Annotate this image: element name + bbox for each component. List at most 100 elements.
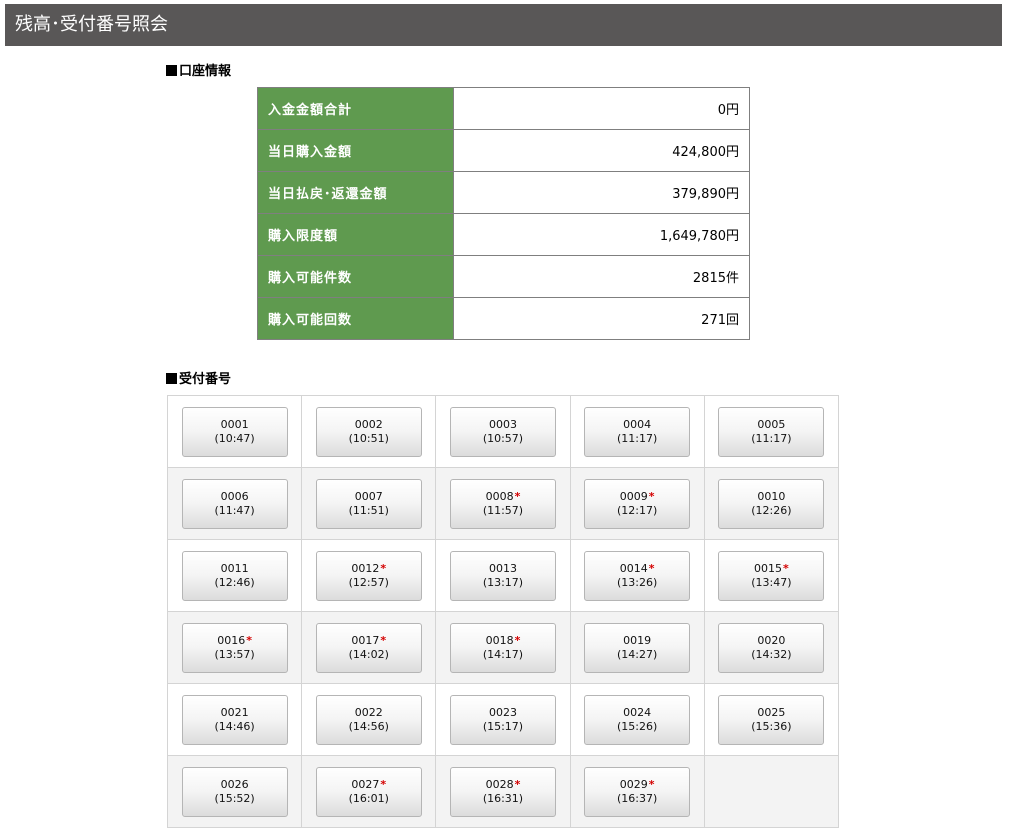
square-bullet-icon — [166, 65, 177, 76]
reception-slot-number-line: 0006 — [183, 490, 287, 504]
reception-slot-number: 0014 — [619, 561, 648, 575]
reception-slot-button[interactable]: 0012* (12:57) — [315, 550, 422, 601]
reception-slot-button[interactable]: 0026 (15:52) — [181, 766, 288, 817]
account-row-today-purchase: 当日購入金額 424,800円 — [257, 129, 750, 172]
reception-slot-button[interactable]: 0008* (11:57) — [449, 478, 556, 529]
reception-slot-button[interactable]: 0004 (11:17) — [584, 406, 691, 457]
reception-slot-button[interactable]: 0017* (14:02) — [315, 622, 422, 673]
reception-slot-number: 0013 — [488, 561, 517, 575]
reception-grid-cell: 0013 (13:17) — [435, 539, 571, 612]
reception-slot-button[interactable]: 0006 (11:47) — [181, 478, 288, 529]
reception-slot-number: 0004 — [623, 417, 652, 431]
reception-slot-time: (14:46) — [214, 719, 255, 733]
reception-slot-button[interactable]: 0001 (10:47) — [181, 406, 288, 457]
reception-slot-number-line: 0025 — [719, 706, 823, 720]
reception-slot-number: 0016 — [217, 633, 246, 647]
reception-grid-cell: 0018* (14:17) — [435, 611, 571, 684]
reception-grid-cell: 0007 (11:51) — [301, 467, 437, 540]
today-purchase-value: 424,800円 — [453, 129, 750, 172]
asterisk-mark-icon: * — [380, 561, 387, 575]
reception-slot-number-line: 0017* — [317, 634, 421, 648]
today-refund-label: 当日払戻･返還金額 — [257, 171, 454, 214]
reception-slot-time: (11:51) — [348, 503, 389, 517]
reception-grid-cell: 0017* (14:02) — [301, 611, 437, 684]
reception-slot-button[interactable]: 0020 (14:32) — [718, 622, 825, 673]
reception-number-heading: 受付番号 — [166, 372, 231, 388]
reception-slot-number-line: 0012* — [317, 562, 421, 576]
reception-slot-number-line: 0024 — [585, 706, 689, 720]
reception-slot-number: 0026 — [220, 777, 249, 791]
reception-grid-cell: 0021 (14:46) — [166, 683, 303, 756]
account-info-table: 入金金額合計 0円 当日購入金額 424,800円 当日払戻･返還金額 379,… — [257, 87, 750, 340]
reception-slot-button[interactable]: 0023 (15:17) — [449, 694, 556, 745]
reception-grid-cell: 0016* (13:57) — [166, 611, 303, 684]
reception-slot-time: (16:37) — [617, 791, 658, 805]
account-row-available-times: 購入可能回数 271回 — [257, 297, 750, 340]
reception-slot-time: (12:57) — [348, 575, 389, 589]
reception-slot-button[interactable]: 0002 (10:51) — [315, 406, 422, 457]
reception-slot-number: 0029 — [619, 777, 648, 791]
reception-slot-number: 0008 — [485, 489, 514, 503]
reception-grid-cell: 0011 (12:46) — [166, 539, 303, 612]
asterisk-mark-icon: * — [514, 633, 521, 647]
reception-grid-cell: 0014* (13:26) — [569, 539, 705, 612]
reception-slot-time: (12:46) — [214, 575, 255, 589]
purchase-limit-label: 購入限度額 — [257, 213, 454, 256]
reception-slot-number: 0010 — [757, 489, 786, 503]
reception-slot-number: 0025 — [757, 705, 786, 719]
reception-slot-button[interactable]: 0010 (12:26) — [718, 478, 825, 529]
reception-grid-row: 0001 (10:47) 0002 (10:51) 0003 (10:57) 0004 (11… — [166, 395, 840, 468]
reception-slot-time: (12:26) — [751, 503, 792, 517]
account-row-deposit-total: 入金金額合計 0円 — [257, 87, 750, 130]
deposit-total-value: 0円 — [453, 87, 750, 130]
reception-slot-button[interactable]: 0027* (16:01) — [315, 766, 422, 817]
reception-slot-button[interactable]: 0022 (14:56) — [315, 694, 422, 745]
reception-slot-number: 0024 — [623, 705, 652, 719]
reception-slot-number-line: 0014* — [585, 562, 689, 576]
reception-slot-button[interactable]: 0011 (12:46) — [181, 550, 288, 601]
reception-slot-number-line: 0003 — [451, 418, 555, 432]
reception-slot-button[interactable]: 0028* (16:31) — [449, 766, 556, 817]
reception-slot-number-line: 0007 — [317, 490, 421, 504]
reception-slot-button[interactable]: 0015* (13:47) — [718, 550, 825, 601]
today-purchase-label: 当日購入金額 — [257, 129, 454, 172]
reception-slot-number: 0012 — [351, 561, 380, 575]
reception-slot-button[interactable]: 0019 (14:27) — [584, 622, 691, 673]
reception-slot-time: (15:17) — [482, 719, 524, 733]
reception-slot-number-line: 0028* — [451, 778, 555, 792]
reception-slot-button[interactable]: 0018* (14:17) — [449, 622, 556, 673]
reception-slot-button[interactable]: 0007 (11:51) — [315, 478, 422, 529]
available-times-value: 271回 — [453, 297, 750, 340]
reception-grid-cell: 0024 (15:26) — [569, 683, 705, 756]
reception-slot-button[interactable]: 0003 (10:57) — [449, 406, 556, 457]
reception-slot-number-line: 0020 — [719, 634, 823, 648]
reception-slot-number-line: 0010 — [719, 490, 823, 504]
reception-grid-cell: 0019 (14:27) — [569, 611, 705, 684]
purchase-limit-value: 1,649,780円 — [453, 213, 750, 256]
reception-slot-button[interactable]: 0029* (16:37) — [584, 766, 691, 817]
reception-slot-button[interactable]: 0021 (14:46) — [181, 694, 288, 745]
reception-slot-number: 0017 — [351, 633, 380, 647]
reception-slot-time: (12:17) — [617, 503, 658, 517]
reception-grid-cell: 0004 (11:17) — [569, 395, 705, 468]
asterisk-mark-icon: * — [380, 633, 387, 647]
asterisk-mark-icon: * — [380, 777, 387, 791]
reception-slot-number: 0020 — [757, 633, 786, 647]
page-title: 残高･受付番号照会 — [5, 4, 1002, 46]
reception-grid-row: 0011 (12:46) 0012* (12:57) 0013 (13:17) 0014*(… — [166, 539, 840, 612]
square-bullet-icon — [166, 373, 177, 384]
reception-slot-button[interactable]: 0013 (13:17) — [449, 550, 556, 601]
reception-slot-time: (14:56) — [348, 719, 389, 733]
reception-slot-button[interactable]: 0005 (11:17) — [718, 406, 825, 457]
reception-slot-time: (13:57) — [214, 647, 255, 661]
reception-slot-button[interactable]: 0009* (12:17) — [584, 478, 691, 529]
reception-slot-time: (10:47) — [214, 431, 255, 445]
reception-slot-button[interactable]: 0025 (15:36) — [718, 694, 825, 745]
available-count-value: 2815件 — [453, 255, 750, 298]
reception-slot-time: (14:17) — [482, 647, 524, 661]
reception-slot-number: 0002 — [354, 417, 383, 431]
reception-slot-button[interactable]: 0014* (13:26) — [584, 550, 691, 601]
reception-slot-button[interactable]: 0024 (15:26) — [584, 694, 691, 745]
reception-slot-button[interactable]: 0016* (13:57) — [181, 622, 288, 673]
reception-grid-cell: 0023 (15:17) — [435, 683, 571, 756]
